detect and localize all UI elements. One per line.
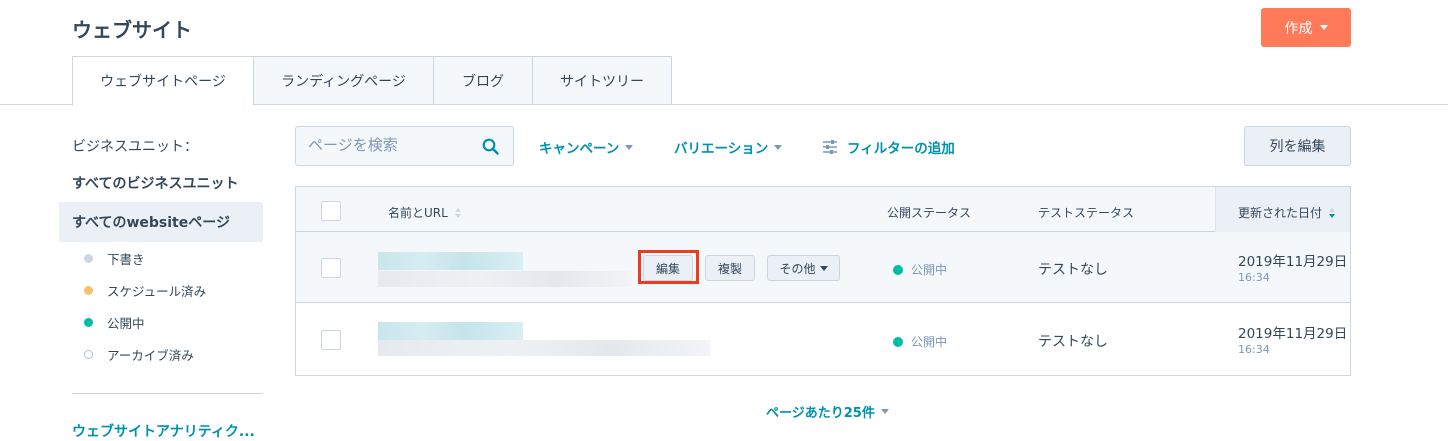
page-url-redacted[interactable] — [378, 271, 632, 287]
column-header-updated-date[interactable]: 更新された日付 — [1238, 204, 1336, 221]
caret-down-icon — [1319, 25, 1328, 30]
campaign-filter-dropdown[interactable]: キャンペーン — [539, 137, 634, 157]
sidebar-item-label: 下書き — [107, 252, 145, 267]
select-all-checkbox[interactable] — [321, 201, 341, 221]
published-dot-icon — [893, 336, 903, 347]
test-status: テストなし — [1038, 262, 1108, 278]
sidebar-item-archived[interactable]: アーカイブ済み — [84, 345, 194, 364]
tab-label: ウェブサイトページ — [100, 74, 226, 90]
edit-button-highlight — [638, 250, 699, 284]
caret-down-icon — [625, 144, 634, 150]
column-header-label: 更新された日付 — [1238, 206, 1323, 220]
business-unit-label: ビジネスユニット： — [72, 139, 198, 155]
page-title: ウェブサイト — [72, 18, 192, 42]
sidebar-item-label: スケジュール済み — [107, 284, 207, 299]
tab-label: サイトツリー — [560, 73, 644, 90]
page-name-redacted[interactable] — [378, 322, 523, 340]
search-icon[interactable] — [482, 138, 499, 155]
more-actions-label: その他 — [779, 261, 816, 276]
updated-date: 2019年11月29日 — [1238, 326, 1348, 342]
sidebar-item-published[interactable]: 公開中 — [84, 313, 145, 332]
column-header-label: テストステータス — [1038, 206, 1135, 220]
variation-filter-label: バリエーション — [674, 141, 769, 157]
create-button-label: 作成 — [1284, 19, 1313, 36]
sort-desc-icon — [1329, 207, 1336, 218]
search-box — [295, 126, 514, 166]
add-filter-button[interactable]: フィルターの追加 — [822, 137, 955, 157]
row-checkbox[interactable] — [321, 258, 341, 278]
tab-blog[interactable]: ブログ — [433, 56, 533, 105]
tab-label: ランディングページ — [281, 73, 406, 90]
column-header-label: 名前とURL — [388, 206, 448, 220]
updated-time: 16:34 — [1238, 343, 1270, 356]
publish-status-label: 公開中 — [911, 263, 948, 277]
column-header-name-url[interactable]: 名前とURL — [388, 204, 461, 221]
status-dot-icon — [84, 286, 93, 295]
sidebar-item-draft[interactable]: 下書き — [84, 249, 145, 268]
sidebar-view-label: すべてのwebsiteページ — [72, 215, 230, 231]
page-url-redacted[interactable] — [378, 340, 710, 356]
caret-down-icon — [774, 144, 783, 150]
page-name-redacted[interactable] — [378, 252, 523, 270]
clone-button[interactable]: 複製 — [705, 255, 755, 281]
column-header-test-status: テストステータス — [1038, 204, 1134, 221]
tab-website-pages[interactable]: ウェブサイトページ — [72, 56, 254, 106]
create-button[interactable]: 作成 — [1261, 8, 1351, 47]
per-page-label: ページあたり25件 — [766, 406, 875, 421]
updated-time: 16:34 — [1238, 271, 1270, 284]
publish-status: 公開中 — [893, 261, 947, 278]
sidebar-item-scheduled[interactable]: スケジュール済み — [84, 281, 206, 300]
caret-down-icon — [880, 409, 889, 414]
business-unit-selector[interactable]: すべてのビジネスユニット — [72, 173, 238, 193]
sidebar-divider — [72, 393, 263, 394]
campaign-filter-label: キャンペーン — [539, 141, 620, 157]
tab-landing-pages[interactable]: ランディングページ — [253, 56, 434, 105]
updated-date: 2019年11月29日 — [1238, 254, 1348, 270]
status-dot-icon — [84, 318, 93, 327]
test-status: テストなし — [1038, 334, 1108, 350]
sidebar-item-label: アーカイブ済み — [107, 348, 194, 363]
per-page-dropdown[interactable]: ページあたり25件 — [766, 402, 889, 421]
row-checkbox[interactable] — [321, 330, 341, 350]
tab-label: ブログ — [462, 73, 504, 90]
more-actions-button[interactable]: その他 — [767, 255, 840, 281]
published-dot-icon — [893, 264, 903, 275]
tab-site-tree[interactable]: サイトツリー — [532, 56, 672, 105]
add-filter-label: フィルターの追加 — [847, 141, 955, 157]
variation-filter-dropdown[interactable]: バリエーション — [674, 137, 783, 157]
sidebar-item-label: 公開中 — [107, 316, 145, 331]
sliders-icon — [823, 140, 837, 154]
publish-status-label: 公開中 — [911, 335, 948, 349]
column-header-publish-status: 公開ステータス — [887, 204, 971, 221]
status-dot-icon — [84, 254, 93, 263]
caret-down-icon — [819, 265, 828, 271]
search-input[interactable] — [308, 136, 468, 154]
website-analytics-link[interactable]: ウェブサイトアナリティク... — [72, 421, 255, 441]
edit-columns-button[interactable]: 列を編集 — [1244, 126, 1351, 166]
status-dot-icon — [84, 350, 93, 359]
column-header-label: 公開ステータス — [887, 206, 972, 220]
sort-icon — [454, 207, 461, 218]
publish-status: 公開中 — [893, 333, 947, 350]
